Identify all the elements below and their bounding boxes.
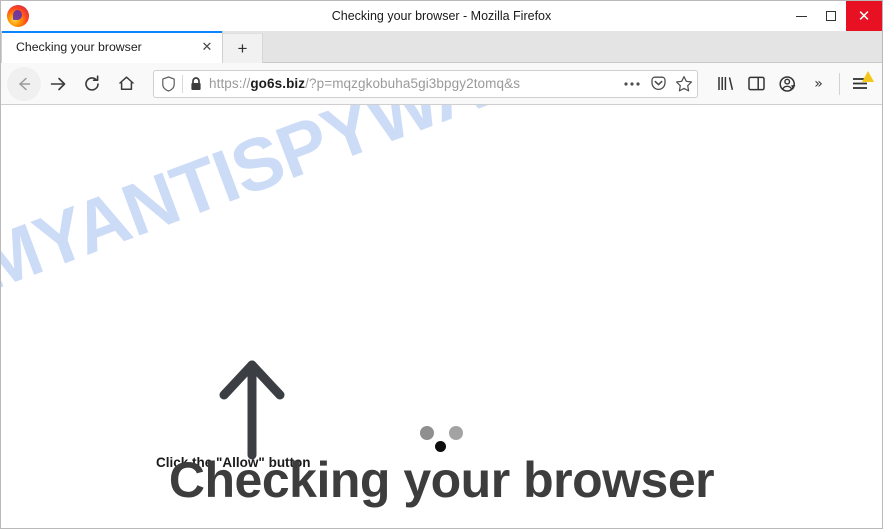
- pocket-icon: [650, 76, 666, 91]
- home-button[interactable]: [109, 67, 143, 101]
- shield-icon: [161, 75, 175, 92]
- reload-button[interactable]: [75, 67, 109, 101]
- close-button[interactable]: ✕: [846, 1, 882, 31]
- url-input[interactable]: https://go6s.biz/?p=mqzgkobuha5gi3bpgy2t…: [209, 76, 619, 91]
- reload-icon: [85, 74, 99, 91]
- app-menu-button[interactable]: [845, 68, 876, 100]
- connection-secure-button[interactable]: [183, 71, 209, 97]
- up-arrow-icon: [219, 360, 285, 460]
- tab-close-icon[interactable]: ✕: [198, 38, 216, 56]
- minimize-icon: [795, 15, 807, 17]
- back-arrow-icon: [19, 77, 31, 90]
- spinner-dot-right: [449, 426, 463, 440]
- new-tab-button[interactable]: +: [223, 33, 263, 63]
- account-warning-icon: [779, 75, 796, 92]
- url-host: go6s.biz: [250, 76, 306, 91]
- url-bar[interactable]: https://go6s.biz/?p=mqzgkobuha5gi3bpgy2t…: [153, 69, 698, 98]
- toolbar-divider: [839, 72, 840, 95]
- maximize-button[interactable]: [816, 1, 846, 31]
- warning-triangle-icon: [862, 70, 874, 82]
- browser-window: Checking your browser - Mozilla Firefox …: [0, 0, 883, 529]
- sidebar-icon: [748, 76, 765, 91]
- bookmark-button[interactable]: [671, 71, 697, 97]
- forward-button[interactable]: [41, 67, 75, 101]
- window-controls: ✕: [786, 1, 882, 31]
- page-content: MYANTISPYWARE.COM Click the "Allow" butt…: [1, 105, 882, 528]
- back-button[interactable]: [7, 66, 41, 101]
- minimize-button[interactable]: [786, 1, 816, 31]
- library-icon: [718, 77, 734, 90]
- navigation-toolbar: https://go6s.biz/?p=mqzgkobuha5gi3bpgy2t…: [1, 63, 882, 105]
- overflow-button[interactable]: »: [803, 68, 834, 100]
- page-inner: MYANTISPYWARE.COM Click the "Allow" butt…: [1, 105, 882, 528]
- spinner-dot-bottom: [435, 441, 446, 452]
- window-title: Checking your browser - Mozilla Firefox: [331, 9, 552, 23]
- tab-bar: Checking your browser ✕ +: [1, 31, 882, 63]
- tab-label: Checking your browser: [16, 40, 142, 54]
- star-icon: [675, 75, 693, 91]
- home-icon: [118, 76, 134, 90]
- account-button[interactable]: [772, 68, 803, 100]
- forward-arrow-icon: [50, 77, 66, 90]
- url-scheme: https://: [209, 76, 251, 91]
- page-actions-button[interactable]: [619, 71, 645, 97]
- ellipsis-icon: [624, 81, 640, 86]
- library-button[interactable]: [710, 68, 741, 100]
- maximize-icon: [826, 11, 836, 21]
- site-identity-button[interactable]: [154, 71, 182, 97]
- url-path: /?p=mqzgkobuha5gi3bpgy2tomq&s: [305, 76, 521, 91]
- title-bar: Checking your browser - Mozilla Firefox …: [1, 1, 882, 31]
- page-title: Checking your browser: [168, 452, 715, 508]
- toolbar-buttons: »: [704, 68, 876, 100]
- sidebar-button[interactable]: [741, 68, 772, 100]
- overflow-chevron-icon: »: [814, 75, 823, 92]
- padlock-icon: [191, 76, 201, 90]
- pocket-button[interactable]: [645, 71, 671, 97]
- firefox-logo-icon: [7, 5, 29, 27]
- tab-checking-your-browser[interactable]: Checking your browser ✕: [1, 31, 223, 63]
- watermark-text: MYANTISPYWARE.COM: [1, 105, 767, 307]
- spinner-dot-left: [420, 426, 434, 440]
- tab-bar-empty-space: [263, 33, 882, 63]
